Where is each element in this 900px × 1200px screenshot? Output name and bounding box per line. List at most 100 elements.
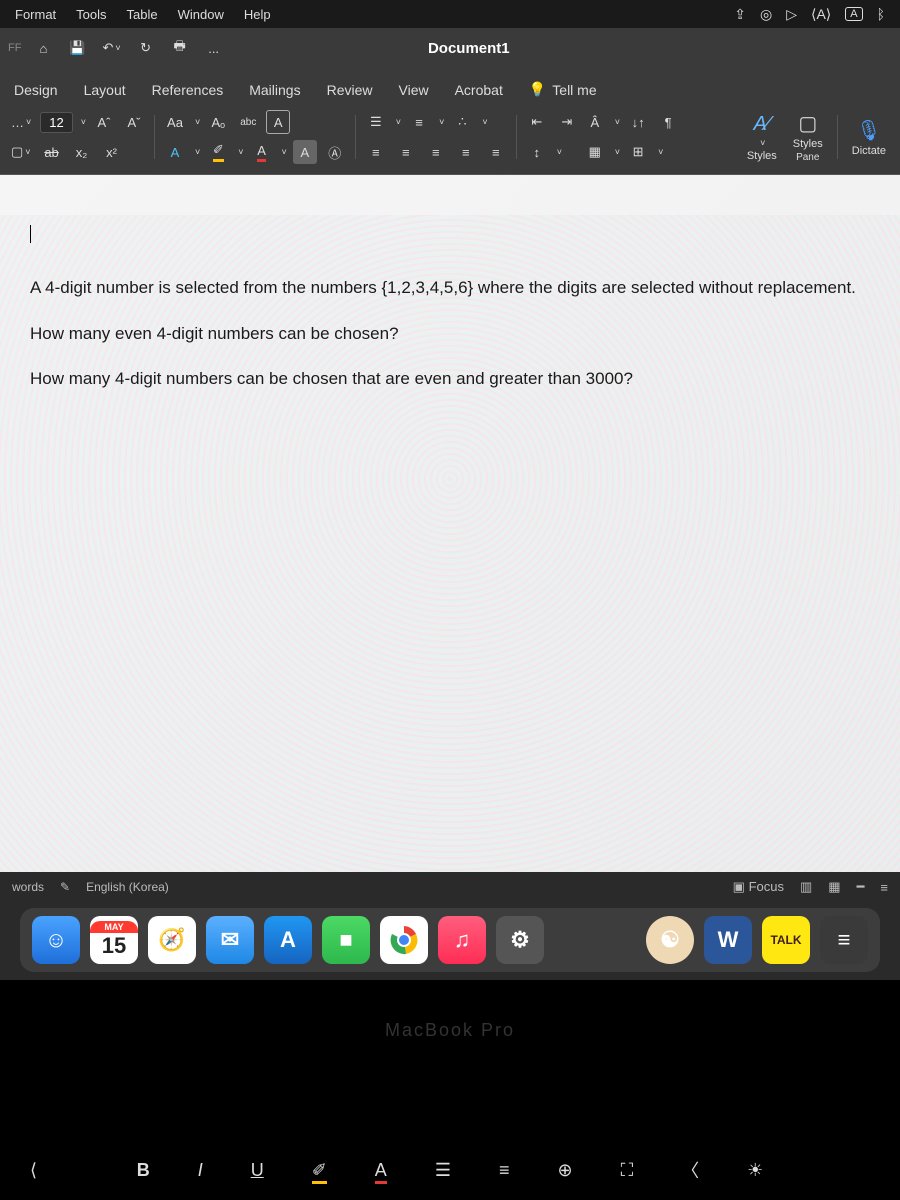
menu-tools[interactable]: Tools [76, 7, 106, 22]
touchbar-fullscreen-button[interactable]: ⛶ [611, 1156, 644, 1185]
touchbar-newdoc-button[interactable]: ⊕ [547, 1156, 582, 1185]
touchbar-bullets-button[interactable]: ☰ [425, 1156, 461, 1185]
touchbar-underline-button[interactable]: U [241, 1156, 274, 1185]
align-center-button[interactable]: ≡ [394, 140, 418, 164]
menu-help[interactable]: Help [244, 7, 271, 22]
screen-record-icon[interactable]: ◎ [760, 6, 772, 23]
numbering-button[interactable]: ≡ [407, 110, 431, 134]
print-layout-icon[interactable]: ▥ [800, 879, 812, 895]
touchbar-highlight-button[interactable]: ✐ [302, 1156, 337, 1185]
tab-design[interactable]: Design [12, 76, 60, 104]
language-icon[interactable]: ⟨A⟩ [811, 6, 831, 23]
strikethrough-button[interactable]: ab [40, 140, 64, 164]
dock-word-icon[interactable]: W [704, 916, 752, 964]
multilevel-button[interactable]: ∴ [450, 110, 474, 134]
tab-acrobat[interactable]: Acrobat [453, 76, 505, 104]
menu-window[interactable]: Window [178, 7, 224, 22]
justify-button[interactable]: ≡ [454, 140, 478, 164]
highlight-button[interactable]: ✐ [206, 140, 230, 164]
decrease-indent-button[interactable]: ⇤ [525, 110, 549, 134]
shading-fill-button[interactable]: ▦ [583, 140, 607, 164]
increase-indent-button[interactable]: ⇥ [555, 110, 579, 134]
tab-view[interactable]: View [397, 76, 431, 104]
tab-layout[interactable]: Layout [82, 76, 128, 104]
touchbar-esc-icon[interactable]: ⟨ [30, 1160, 37, 1181]
touchbar-bold-button[interactable]: B [127, 1156, 160, 1185]
dock-game-icon[interactable]: ☯ [646, 916, 694, 964]
distribute-button[interactable]: ≡ [484, 140, 508, 164]
font-color-button[interactable]: A [250, 140, 274, 164]
phonetic-guide-button[interactable]: abc [236, 110, 260, 134]
zoom-in-icon[interactable]: ≡ [880, 880, 888, 895]
more-icon[interactable]: ... [202, 36, 226, 60]
font-size-box[interactable]: 12 [40, 112, 72, 133]
dock-finder-icon[interactable]: ☺ [32, 916, 80, 964]
styles-quick-button[interactable]: A⁄˅ Styles [741, 113, 783, 162]
ribbon-toolbar: …˅ 12 ˅ Aˆ Aˇ ▢˅ ab x₂ x² Aa˅ Aₒ abc A A… [0, 104, 900, 175]
paragraph-3[interactable]: How many 4-digit numbers can be chosen t… [30, 366, 870, 392]
clear-format-button[interactable]: Aₒ [206, 110, 230, 134]
align-left-button[interactable]: ≡ [364, 140, 388, 164]
char-border-button[interactable]: A [266, 110, 290, 134]
word-count-label[interactable]: words [12, 880, 44, 894]
superscript-button[interactable]: x² [100, 140, 124, 164]
document-canvas[interactable]: A 4-digit number is selected from the nu… [0, 175, 900, 875]
touchbar-brightness-button[interactable]: ☀ [737, 1156, 773, 1185]
align-right-button[interactable]: ≡ [424, 140, 448, 164]
change-case-button[interactable]: Aa [163, 110, 187, 134]
bullets-button[interactable]: ☰ [364, 110, 388, 134]
tab-review[interactable]: Review [325, 76, 375, 104]
asian-layout-button[interactable]: Â [583, 110, 607, 134]
font-size-chevron-icon[interactable]: ˅ [81, 117, 86, 127]
touchbar-back-button[interactable]: 〈 [671, 1153, 709, 1187]
dock-appstore-icon[interactable]: A [264, 916, 312, 964]
dock-app-icon[interactable]: ≡ [820, 916, 868, 964]
dock-facetime-icon[interactable]: ■ [322, 916, 370, 964]
format-drop-icon[interactable]: ▢˅ [8, 140, 34, 164]
text-effects-button[interactable]: A [163, 140, 187, 164]
dictate-button[interactable]: 🎙 Dictate [846, 118, 892, 157]
home-icon[interactable]: ⌂ [31, 36, 55, 60]
save-icon[interactable]: 💾 [65, 36, 89, 60]
menu-format[interactable]: Format [15, 7, 56, 22]
dock-kakaotalk-icon[interactable]: TALK [762, 916, 810, 964]
focus-mode-button[interactable]: ▣ Focus [733, 879, 784, 895]
sort-button[interactable]: ↓↑ [626, 110, 650, 134]
dropbox-icon[interactable]: ⇪ [734, 6, 746, 23]
touchbar-fontcolor-button[interactable]: A [365, 1156, 397, 1185]
touchbar-italic-button[interactable]: I [188, 1156, 213, 1185]
print-icon[interactable]: 🖶 [168, 36, 192, 60]
line-spacing-button[interactable]: ↕ [525, 140, 549, 164]
enclose-char-button[interactable]: Ⓐ [323, 140, 347, 164]
subscript-button[interactable]: x₂ [70, 140, 94, 164]
play-icon[interactable]: ▷ [786, 6, 797, 23]
zoom-out-icon[interactable]: ━ [857, 879, 865, 895]
dock-mail-icon[interactable]: ✉ [206, 916, 254, 964]
tell-me-search[interactable]: 💡Tell me [527, 75, 599, 104]
menu-table[interactable]: Table [127, 7, 158, 22]
bluetooth-icon[interactable]: ᛒ [877, 6, 885, 22]
dock-safari-icon[interactable]: 🧭 [148, 916, 196, 964]
language-label[interactable]: English (Korea) [86, 880, 169, 894]
web-layout-icon[interactable]: ▦ [828, 879, 840, 895]
redo-icon[interactable]: ↻ [134, 36, 158, 60]
paragraph-1[interactable]: A 4-digit number is selected from the nu… [30, 275, 870, 301]
tab-mailings[interactable]: Mailings [247, 76, 302, 104]
paragraph-2[interactable]: How many even 4-digit numbers can be cho… [30, 321, 870, 347]
pilcrow-button[interactable]: ¶ [656, 110, 680, 134]
increase-font-button[interactable]: Aˆ [92, 110, 116, 134]
char-shading-button[interactable]: A [293, 140, 317, 164]
touchbar-numbers-button[interactable]: ≡ [489, 1156, 520, 1185]
styles-pane-button[interactable]: ▢ Styles Pane [787, 111, 829, 163]
decrease-font-button[interactable]: Aˇ [122, 110, 146, 134]
dock-music-icon[interactable]: ♫ [438, 916, 486, 964]
input-a-icon[interactable]: A [845, 7, 862, 21]
tab-references[interactable]: References [150, 76, 226, 104]
dock-settings-icon[interactable]: ⚙ [496, 916, 544, 964]
font-family-drop[interactable]: …˅ [8, 110, 34, 134]
dock-chrome-icon[interactable] [380, 916, 428, 964]
proofing-icon[interactable]: ✎ [60, 880, 70, 894]
dock-calendar-icon[interactable]: MAY15 [90, 916, 138, 964]
borders-button[interactable]: ⊞ [626, 140, 650, 164]
undo-icon[interactable]: ↶˅ [99, 36, 123, 60]
